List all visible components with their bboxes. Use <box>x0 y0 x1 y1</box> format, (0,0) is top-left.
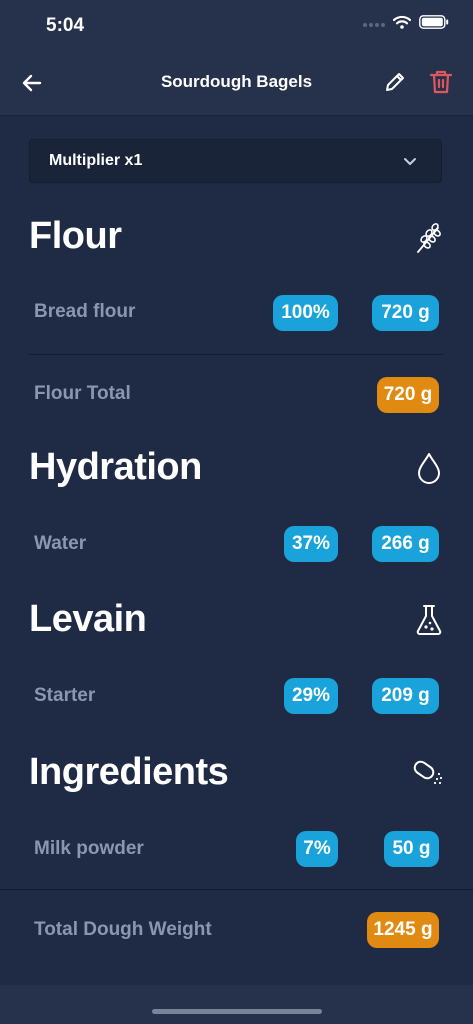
divider <box>29 354 443 355</box>
flask-icon <box>415 604 445 636</box>
divider <box>0 889 473 890</box>
status-bar: 5:04 <box>0 0 473 50</box>
section-title-levain: Levain <box>29 598 147 640</box>
total-dough-weight-label: Total Dough Weight <box>34 919 212 940</box>
pencil-icon[interactable] <box>383 70 407 94</box>
trash-icon[interactable] <box>429 69 453 95</box>
section-title-ingredients: Ingredients <box>29 751 229 793</box>
signal-icon <box>363 16 385 34</box>
total-dough-weight-badge: 1245 g <box>367 912 439 948</box>
battery-icon <box>419 15 449 34</box>
status-icons <box>363 15 449 34</box>
percent-badge[interactable]: 37% <box>284 526 338 562</box>
salt-shaker-icon <box>412 756 443 788</box>
ingredient-label: Starter <box>34 685 96 706</box>
ingredient-label: Water <box>34 533 87 554</box>
wheat-icon <box>414 222 444 254</box>
weight-badge[interactable]: 209 g <box>372 678 439 714</box>
multiplier-select[interactable]: Multiplier x1 <box>29 139 442 183</box>
section-title-flour: Flour <box>29 215 122 257</box>
status-time: 5:04 <box>46 15 85 36</box>
wifi-icon <box>392 15 412 34</box>
nav-bar: Sourdough Bagels <box>0 50 473 116</box>
weight-badge[interactable]: 50 g <box>384 831 439 867</box>
ingredient-label: Milk powder <box>34 838 144 859</box>
flour-total-badge: 720 g <box>377 377 439 413</box>
percent-badge[interactable]: 7% <box>296 831 338 867</box>
flour-total-label: Flour Total <box>34 383 131 404</box>
percent-badge[interactable]: 100% <box>273 295 338 331</box>
water-drop-icon <box>416 452 446 484</box>
home-indicator[interactable] <box>152 1009 322 1014</box>
multiplier-label: Multiplier x1 <box>49 152 143 169</box>
weight-badge[interactable]: 266 g <box>372 526 439 562</box>
ingredient-label: Bread flour <box>34 301 136 322</box>
bottom-bar <box>0 985 473 1024</box>
chevron-down-icon <box>403 155 417 169</box>
weight-badge[interactable]: 720 g <box>372 295 439 331</box>
section-title-hydration: Hydration <box>29 446 202 488</box>
percent-badge[interactable]: 29% <box>284 678 338 714</box>
